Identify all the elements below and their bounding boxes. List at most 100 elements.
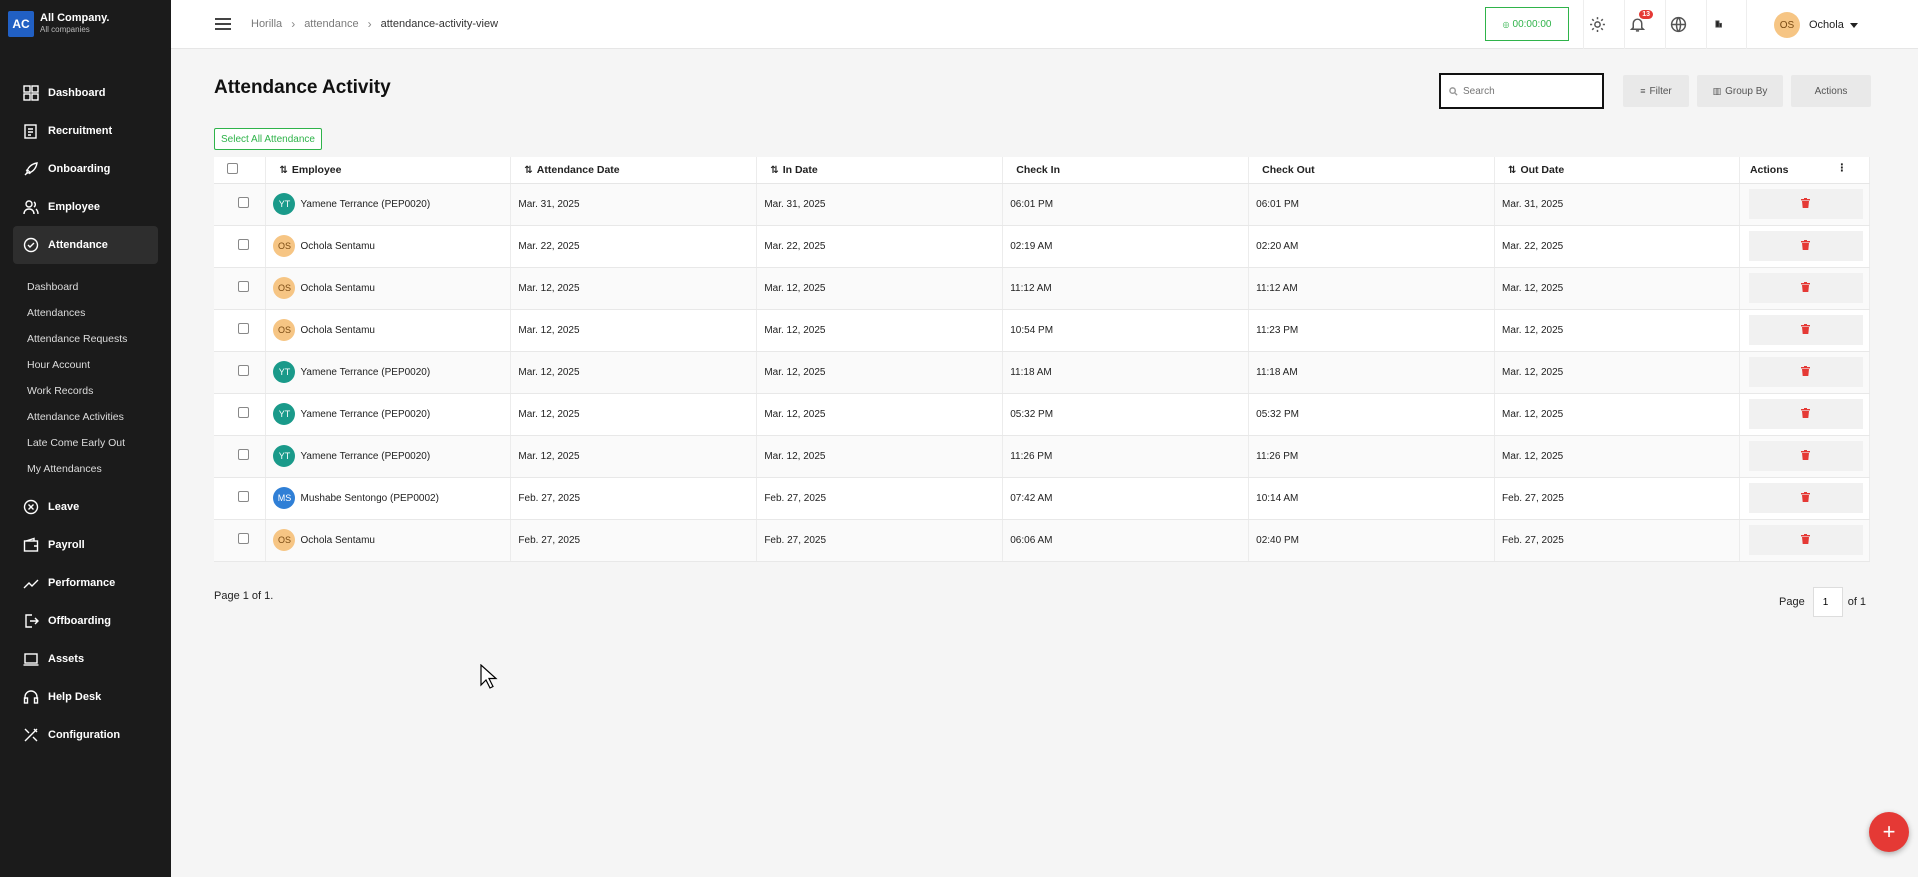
sidebar-item-employee[interactable]: Employee (13, 188, 158, 226)
delete-button[interactable] (1748, 441, 1863, 471)
avatar: OS (273, 235, 296, 257)
company-switcher[interactable]: AC All Company. All companies (0, 0, 171, 48)
actions-cell (1739, 225, 1871, 268)
page-number-input[interactable] (1812, 587, 1843, 617)
row-checkbox[interactable] (237, 197, 249, 208)
attendance-activity-table: ⇅ Employee ⇅ Attendance Date ⇅ In Date Chec… (214, 157, 1871, 562)
actions-dropdown-button[interactable]: Actions (1791, 75, 1871, 107)
select-all-checkbox[interactable] (227, 162, 238, 174)
breadcrumb-horilla[interactable]: Horilla (251, 18, 282, 30)
table-row[interactable]: OS Ochola Sentamu Mar. 12, 2025 Mar. 12, 20… (214, 267, 1871, 310)
row-checkbox[interactable] (237, 407, 249, 418)
avatar: YT (273, 361, 296, 383)
settings-gear-icon[interactable] (1584, 11, 1610, 37)
menu-toggle-icon[interactable] (215, 18, 231, 30)
employee-cell: YT Yamene Terrance (PEP0020) (265, 435, 512, 478)
breadcrumb: Horilla › attendance › attendance-activi… (251, 17, 498, 31)
sidebar-item-payroll[interactable]: Payroll (13, 526, 158, 564)
employee-name: Ochola Sentamu (300, 240, 375, 252)
row-select-cell (214, 225, 267, 268)
table-row[interactable]: OS Ochola Sentamu Mar. 12, 2025 Mar. 12, 20… (214, 309, 1871, 352)
subnav-attendances[interactable]: Attendances (0, 300, 171, 326)
group-by-button[interactable]: ▥ Group By (1697, 75, 1783, 107)
delete-button[interactable] (1748, 483, 1863, 513)
sidebar-item-onboarding[interactable]: Onboarding (13, 150, 158, 188)
check-in-cell: 06:01 PM (1002, 183, 1250, 226)
row-checkbox[interactable] (237, 239, 249, 250)
delete-button[interactable] (1748, 399, 1863, 429)
clock-in-timer-button[interactable]: ◎ 00:00:00 (1485, 7, 1569, 41)
company-sub: All companies (40, 25, 90, 34)
select-all-attendance-button[interactable]: Select All Attendance (214, 128, 322, 150)
out-date-cell: Mar. 12, 2025 (1494, 267, 1740, 310)
sidebar-item-attendance[interactable]: Attendance (13, 226, 158, 264)
column-header-attendance-date[interactable]: ⇅ Attendance Date (510, 157, 758, 184)
row-checkbox[interactable] (237, 323, 249, 334)
sidebar-item-configuration[interactable]: Configuration (13, 716, 158, 754)
sidebar-item-offboarding[interactable]: Offboarding (13, 602, 158, 640)
globe-language-icon[interactable] (1665, 11, 1691, 37)
user-menu[interactable]: OS Ochola (1774, 12, 1858, 38)
breadcrumb-separator-icon: › (291, 17, 296, 31)
column-options-icon[interactable]: ⋮ (1837, 162, 1848, 174)
sidebar-item-performance[interactable]: Performance (13, 564, 158, 602)
table-row[interactable]: YT Yamene Terrance (PEP0020) Mar. 12, 2025… (214, 351, 1871, 394)
table-row[interactable]: YT Yamene Terrance (PEP0020) Mar. 12, 2025… (214, 393, 1871, 436)
sidebar-item-help-desk[interactable]: Help Desk (13, 678, 158, 716)
column-label: Actions (1749, 163, 1789, 176)
sidebar-item-recruitment[interactable]: Recruitment (13, 112, 158, 150)
search-input[interactable] (1463, 85, 1593, 97)
laptop-icon (23, 651, 39, 667)
delete-button[interactable] (1748, 525, 1863, 555)
timer-icon: ◎ (1502, 19, 1510, 29)
subnav-work-records[interactable]: Work Records (0, 378, 171, 404)
column-header-out-date[interactable]: ⇅ Out Date (1494, 157, 1740, 184)
employee-cell: OS Ochola Sentamu (265, 519, 512, 562)
top-bar: Horilla › attendance › attendance-activi… (171, 0, 1918, 49)
mouse-cursor-icon (480, 664, 498, 689)
in-date-cell: Mar. 12, 2025 (756, 435, 1004, 478)
search-box[interactable] (1439, 73, 1604, 109)
table-row[interactable]: MS Mushabe Sentongo (PEP0002) Feb. 27, 202… (214, 477, 1871, 520)
table-row[interactable]: YT Yamene Terrance (PEP0020) Mar. 31, 2025… (214, 183, 1871, 226)
subnav-dashboard[interactable]: Dashboard (0, 274, 171, 300)
subnav-late-come-early-out[interactable]: Late Come Early Out (0, 430, 171, 456)
subnav-attendance-activities[interactable]: Attendance Activities (0, 404, 171, 430)
row-checkbox[interactable] (237, 281, 249, 292)
delete-button[interactable] (1748, 273, 1863, 303)
subnav-hour-account[interactable]: Hour Account (0, 352, 171, 378)
breadcrumb-attendance[interactable]: attendance (304, 18, 358, 30)
table-row[interactable]: YT Yamene Terrance (PEP0020) Mar. 12, 2025… (214, 435, 1871, 478)
row-checkbox[interactable] (237, 449, 249, 460)
delete-button[interactable] (1748, 315, 1863, 345)
attendance-date-cell: Mar. 12, 2025 (510, 267, 758, 310)
company-building-icon[interactable] (1706, 11, 1732, 37)
table-row[interactable]: OS Ochola Sentamu Mar. 22, 2025 Mar. 22, 20… (214, 225, 1871, 268)
avatar: OS (273, 319, 296, 341)
column-header-in-date[interactable]: ⇅ In Date (756, 157, 1004, 184)
actions-cell (1739, 435, 1871, 478)
check-out-cell: 11:26 PM (1248, 435, 1496, 478)
sidebar-item-assets[interactable]: Assets (13, 640, 158, 678)
subnav-my-attendances[interactable]: My Attendances (0, 456, 171, 482)
user-name: Ochola (1809, 19, 1844, 31)
sidebar-item-leave[interactable]: Leave (13, 488, 158, 526)
notification-bell-icon[interactable]: 13 (1624, 10, 1653, 37)
delete-button[interactable] (1748, 357, 1863, 387)
add-fab-button[interactable]: + (1869, 812, 1909, 852)
delete-button[interactable] (1748, 189, 1863, 219)
column-header-employee[interactable]: ⇅ Employee (265, 157, 512, 184)
row-checkbox[interactable] (237, 365, 249, 376)
subnav-attendance-requests[interactable]: Attendance Requests (0, 326, 171, 352)
delete-button[interactable] (1748, 231, 1863, 261)
column-label: Check Out (1262, 163, 1315, 176)
check-out-cell: 06:01 PM (1248, 183, 1496, 226)
row-checkbox[interactable] (237, 491, 249, 502)
filter-button[interactable]: ≡ Filter (1623, 75, 1689, 107)
attendance-date-cell: Mar. 12, 2025 (510, 309, 758, 352)
employee-cell: YT Yamene Terrance (PEP0020) (265, 393, 512, 436)
sidebar-item-dashboard[interactable]: Dashboard (13, 74, 158, 112)
row-checkbox[interactable] (237, 533, 249, 544)
filter-icon: ≡ (1640, 86, 1646, 96)
table-row[interactable]: OS Ochola Sentamu Feb. 27, 2025 Feb. 27, 20… (214, 519, 1871, 562)
